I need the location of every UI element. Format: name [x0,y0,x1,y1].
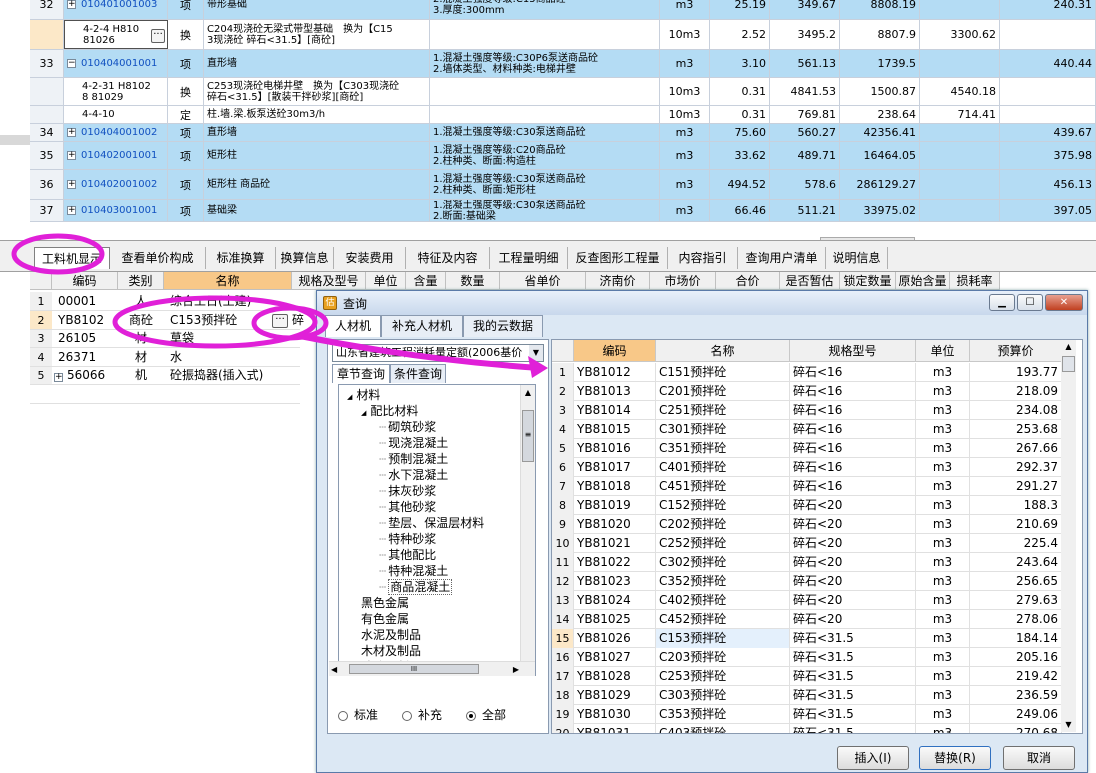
annotation-arrowhead [528,356,548,378]
annotation-overlay [11,233,548,378]
annotation-arrow [299,333,541,371]
annotation-ellipse-tab [11,233,105,275]
